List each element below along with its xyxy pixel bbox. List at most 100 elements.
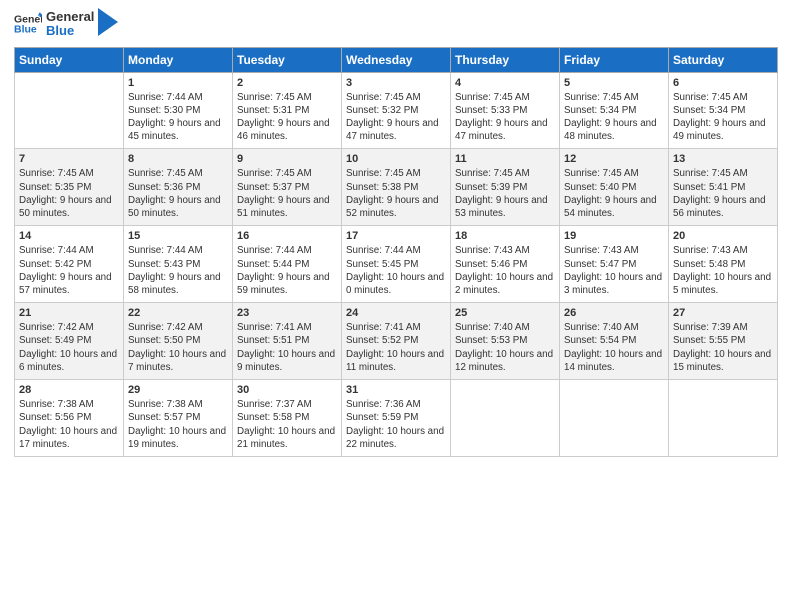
calendar-cell: 27 Sunrise: 7:39 AMSunset: 5:55 PMDaylig… <box>669 303 778 380</box>
day-number: 7 <box>19 153 119 165</box>
cell-info: Sunrise: 7:40 AMSunset: 5:53 PMDaylight:… <box>455 322 553 373</box>
calendar-header-row: Sunday Monday Tuesday Wednesday Thursday… <box>15 47 778 72</box>
calendar-cell: 29 Sunrise: 7:38 AMSunset: 5:57 PMDaylig… <box>124 380 233 457</box>
calendar-week-row: 21 Sunrise: 7:42 AMSunset: 5:49 PMDaylig… <box>15 303 778 380</box>
day-number: 25 <box>455 307 555 319</box>
cell-info: Sunrise: 7:40 AMSunset: 5:54 PMDaylight:… <box>564 322 662 373</box>
cell-info: Sunrise: 7:41 AMSunset: 5:51 PMDaylight:… <box>237 322 335 373</box>
cell-info: Sunrise: 7:37 AMSunset: 5:58 PMDaylight:… <box>237 399 335 450</box>
calendar-cell: 15 Sunrise: 7:44 AMSunset: 5:43 PMDaylig… <box>124 226 233 303</box>
calendar-cell: 11 Sunrise: 7:45 AMSunset: 5:39 PMDaylig… <box>451 149 560 226</box>
col-sunday: Sunday <box>15 47 124 72</box>
cell-info: Sunrise: 7:45 AMSunset: 5:34 PMDaylight:… <box>673 92 766 143</box>
calendar-week-row: 28 Sunrise: 7:38 AMSunset: 5:56 PMDaylig… <box>15 380 778 457</box>
cell-info: Sunrise: 7:45 AMSunset: 5:32 PMDaylight:… <box>346 92 439 143</box>
logo-icon: General Blue <box>14 10 42 38</box>
day-number: 21 <box>19 307 119 319</box>
calendar-cell: 3 Sunrise: 7:45 AMSunset: 5:32 PMDayligh… <box>342 72 451 149</box>
day-number: 10 <box>346 153 446 165</box>
cell-info: Sunrise: 7:45 AMSunset: 5:40 PMDaylight:… <box>564 168 657 219</box>
calendar-cell <box>15 72 124 149</box>
calendar-cell: 2 Sunrise: 7:45 AMSunset: 5:31 PMDayligh… <box>233 72 342 149</box>
day-number: 23 <box>237 307 337 319</box>
day-number: 28 <box>19 384 119 396</box>
cell-info: Sunrise: 7:39 AMSunset: 5:55 PMDaylight:… <box>673 322 771 373</box>
calendar-cell: 19 Sunrise: 7:43 AMSunset: 5:47 PMDaylig… <box>560 226 669 303</box>
day-number: 3 <box>346 77 446 89</box>
calendar-cell: 30 Sunrise: 7:37 AMSunset: 5:58 PMDaylig… <box>233 380 342 457</box>
day-number: 13 <box>673 153 773 165</box>
col-monday: Monday <box>124 47 233 72</box>
cell-info: Sunrise: 7:43 AMSunset: 5:47 PMDaylight:… <box>564 245 662 296</box>
cell-info: Sunrise: 7:44 AMSunset: 5:45 PMDaylight:… <box>346 245 444 296</box>
calendar-cell: 7 Sunrise: 7:45 AMSunset: 5:35 PMDayligh… <box>15 149 124 226</box>
calendar-cell: 22 Sunrise: 7:42 AMSunset: 5:50 PMDaylig… <box>124 303 233 380</box>
cell-info: Sunrise: 7:45 AMSunset: 5:38 PMDaylight:… <box>346 168 439 219</box>
cell-info: Sunrise: 7:44 AMSunset: 5:30 PMDaylight:… <box>128 92 221 143</box>
day-number: 11 <box>455 153 555 165</box>
day-number: 19 <box>564 230 664 242</box>
day-number: 18 <box>455 230 555 242</box>
day-number: 5 <box>564 77 664 89</box>
calendar-cell: 12 Sunrise: 7:45 AMSunset: 5:40 PMDaylig… <box>560 149 669 226</box>
day-number: 20 <box>673 230 773 242</box>
calendar-cell: 10 Sunrise: 7:45 AMSunset: 5:38 PMDaylig… <box>342 149 451 226</box>
day-number: 1 <box>128 77 228 89</box>
calendar-cell: 25 Sunrise: 7:40 AMSunset: 5:53 PMDaylig… <box>451 303 560 380</box>
day-number: 4 <box>455 77 555 89</box>
day-number: 2 <box>237 77 337 89</box>
calendar-cell: 8 Sunrise: 7:45 AMSunset: 5:36 PMDayligh… <box>124 149 233 226</box>
calendar-cell: 18 Sunrise: 7:43 AMSunset: 5:46 PMDaylig… <box>451 226 560 303</box>
col-friday: Friday <box>560 47 669 72</box>
day-number: 12 <box>564 153 664 165</box>
col-tuesday: Tuesday <box>233 47 342 72</box>
svg-text:Blue: Blue <box>14 24 37 36</box>
cell-info: Sunrise: 7:43 AMSunset: 5:46 PMDaylight:… <box>455 245 553 296</box>
day-number: 26 <box>564 307 664 319</box>
cell-info: Sunrise: 7:41 AMSunset: 5:52 PMDaylight:… <box>346 322 444 373</box>
cell-info: Sunrise: 7:36 AMSunset: 5:59 PMDaylight:… <box>346 399 444 450</box>
day-number: 9 <box>237 153 337 165</box>
day-number: 27 <box>673 307 773 319</box>
cell-info: Sunrise: 7:42 AMSunset: 5:49 PMDaylight:… <box>19 322 117 373</box>
cell-info: Sunrise: 7:44 AMSunset: 5:43 PMDaylight:… <box>128 245 221 296</box>
calendar-cell <box>669 380 778 457</box>
calendar-cell: 20 Sunrise: 7:43 AMSunset: 5:48 PMDaylig… <box>669 226 778 303</box>
calendar-cell: 4 Sunrise: 7:45 AMSunset: 5:33 PMDayligh… <box>451 72 560 149</box>
calendar-cell: 21 Sunrise: 7:42 AMSunset: 5:49 PMDaylig… <box>15 303 124 380</box>
cell-info: Sunrise: 7:45 AMSunset: 5:35 PMDaylight:… <box>19 168 112 219</box>
col-thursday: Thursday <box>451 47 560 72</box>
cell-info: Sunrise: 7:45 AMSunset: 5:41 PMDaylight:… <box>673 168 766 219</box>
calendar-cell: 28 Sunrise: 7:38 AMSunset: 5:56 PMDaylig… <box>15 380 124 457</box>
day-number: 6 <box>673 77 773 89</box>
logo: General Blue General Blue <box>14 10 118 39</box>
day-number: 8 <box>128 153 228 165</box>
calendar-week-row: 14 Sunrise: 7:44 AMSunset: 5:42 PMDaylig… <box>15 226 778 303</box>
col-saturday: Saturday <box>669 47 778 72</box>
cell-info: Sunrise: 7:44 AMSunset: 5:42 PMDaylight:… <box>19 245 112 296</box>
calendar-cell: 17 Sunrise: 7:44 AMSunset: 5:45 PMDaylig… <box>342 226 451 303</box>
calendar-cell: 1 Sunrise: 7:44 AMSunset: 5:30 PMDayligh… <box>124 72 233 149</box>
cell-info: Sunrise: 7:45 AMSunset: 5:39 PMDaylight:… <box>455 168 548 219</box>
logo-general: General <box>46 10 94 24</box>
cell-info: Sunrise: 7:45 AMSunset: 5:37 PMDaylight:… <box>237 168 330 219</box>
cell-info: Sunrise: 7:38 AMSunset: 5:56 PMDaylight:… <box>19 399 117 450</box>
calendar-cell <box>560 380 669 457</box>
day-number: 30 <box>237 384 337 396</box>
page-header: General Blue General Blue <box>14 10 778 39</box>
day-number: 17 <box>346 230 446 242</box>
day-number: 31 <box>346 384 446 396</box>
cell-info: Sunrise: 7:45 AMSunset: 5:31 PMDaylight:… <box>237 92 330 143</box>
calendar-page: General Blue General Blue Sunday Monday … <box>0 0 792 612</box>
calendar-cell: 6 Sunrise: 7:45 AMSunset: 5:34 PMDayligh… <box>669 72 778 149</box>
logo-blue: Blue <box>46 24 94 38</box>
logo-arrow-icon <box>98 8 118 36</box>
calendar-cell: 23 Sunrise: 7:41 AMSunset: 5:51 PMDaylig… <box>233 303 342 380</box>
cell-info: Sunrise: 7:45 AMSunset: 5:34 PMDaylight:… <box>564 92 657 143</box>
calendar-cell: 9 Sunrise: 7:45 AMSunset: 5:37 PMDayligh… <box>233 149 342 226</box>
calendar-cell: 26 Sunrise: 7:40 AMSunset: 5:54 PMDaylig… <box>560 303 669 380</box>
day-number: 14 <box>19 230 119 242</box>
day-number: 22 <box>128 307 228 319</box>
cell-info: Sunrise: 7:38 AMSunset: 5:57 PMDaylight:… <box>128 399 226 450</box>
calendar-cell: 31 Sunrise: 7:36 AMSunset: 5:59 PMDaylig… <box>342 380 451 457</box>
